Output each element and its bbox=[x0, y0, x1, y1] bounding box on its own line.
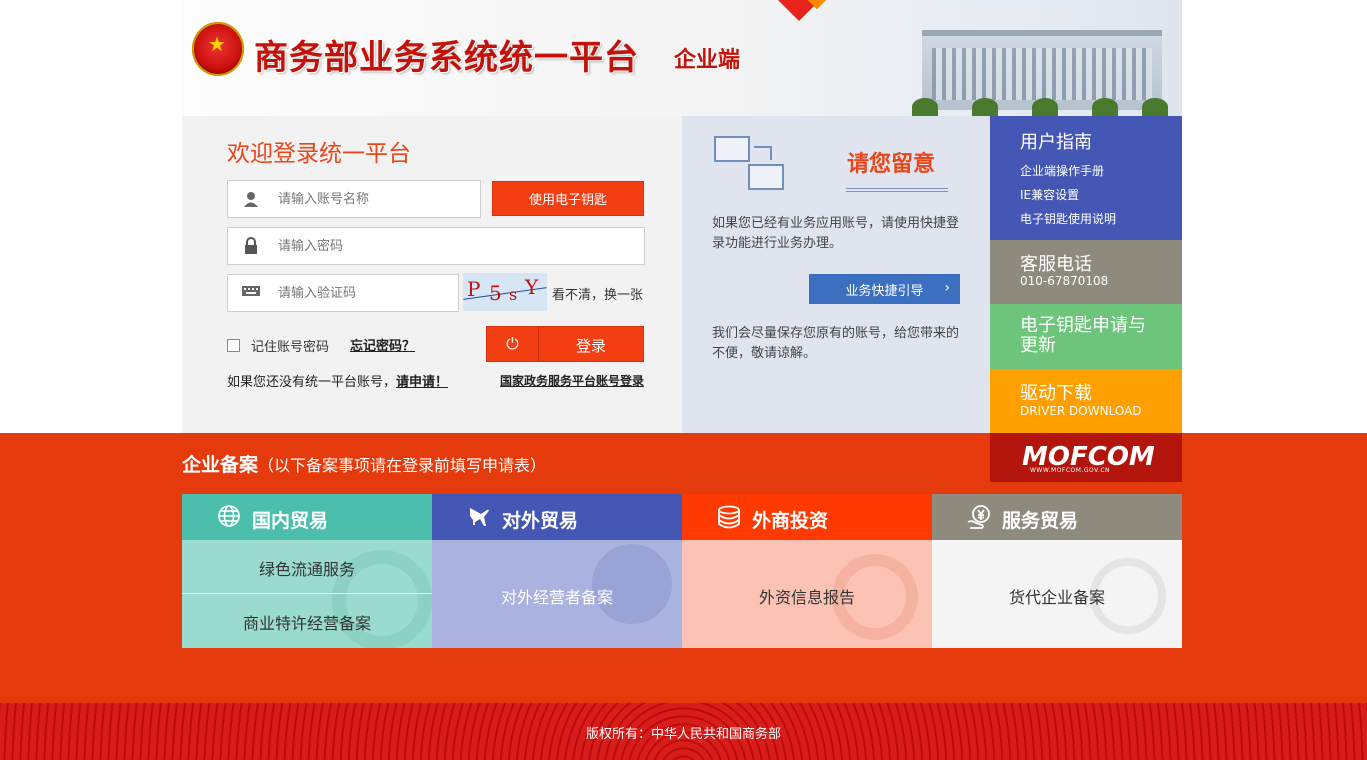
captcha-image[interactable]: P 5 s Y bbox=[463, 273, 547, 311]
ministry-building-image bbox=[882, 14, 1182, 116]
category-foreign-trade: 对外贸易 对外经营者备案 bbox=[432, 494, 682, 648]
category-header-foreign[interactable]: 对外贸易 bbox=[432, 494, 682, 540]
filing-item-foreign-investment-report[interactable]: 外资信息报告 bbox=[682, 584, 932, 608]
keyboard-icon bbox=[241, 284, 261, 302]
filing-item-freight-forwarder[interactable]: 货代企业备案 bbox=[932, 584, 1182, 608]
guide-link-manual[interactable]: 企业端操作手册 bbox=[1020, 162, 1104, 179]
guide-link-ie-settings[interactable]: IE兼容设置 bbox=[1020, 186, 1079, 203]
category-header-domestic[interactable]: 国内贸易 bbox=[182, 494, 432, 540]
no-account-text: 如果您还没有统一平台账号，请申请！ bbox=[227, 375, 449, 390]
gov-platform-login-link[interactable]: 国家政务服务平台账号登录 bbox=[500, 372, 644, 389]
monitors-icon bbox=[714, 136, 786, 192]
yuan-hand-icon bbox=[966, 504, 992, 530]
driver-download-subtitle: DRIVER DOWNLOAD bbox=[1020, 404, 1142, 418]
filing-note: （以下备案事项请在登录前填写申请表） bbox=[258, 456, 547, 475]
mofcom-logo-tile[interactable]: MOFCOM WWW.MOFCOM.GOV.CN bbox=[990, 433, 1182, 482]
category-body-service: 货代企业备案 bbox=[932, 540, 1182, 648]
notice-paragraph-1: 如果您已经有业务应用账号，请使用快捷登录功能进行业务办理。 bbox=[712, 216, 960, 251]
username-input[interactable] bbox=[278, 187, 448, 211]
forgot-password-link[interactable]: 忘记密码？ bbox=[350, 335, 415, 354]
login-panel: 欢迎登录统一平台 使用电子钥匙 P 5 s Y 看不清，换一张 记住账号密码 忘… bbox=[182, 116, 682, 433]
category-service-trade: 服务贸易 货代企业备案 bbox=[932, 494, 1182, 648]
category-domestic-trade: 国内贸易 绿色流通服务 商业特许经营备案 bbox=[182, 494, 432, 648]
user-guide-title: 用户指南 bbox=[1020, 132, 1092, 153]
site-header: 商务部业务系统统一平台 企业端 bbox=[182, 0, 1182, 116]
lock-icon bbox=[241, 237, 261, 255]
welcome-heading: 欢迎登录统一平台 bbox=[227, 141, 411, 167]
remember-me[interactable]: 记住账号密码 bbox=[227, 336, 329, 355]
category-body-domestic: 绿色流通服务 商业特许经营备案 bbox=[182, 540, 432, 648]
remember-checkbox[interactable] bbox=[227, 339, 240, 352]
coins-icon bbox=[716, 504, 742, 530]
filing-item-green-circulation[interactable]: 绿色流通服务 bbox=[182, 556, 432, 580]
login-button-label: 登录 bbox=[575, 337, 606, 355]
login-button[interactable]: ⏻ 登录 bbox=[486, 326, 644, 362]
ukey-login-button[interactable]: 使用电子钥匙 bbox=[492, 181, 644, 216]
notice-panel: 请您留意 如果您已经有业务应用账号，请使用快捷登录功能进行业务办理。 业务快捷引… bbox=[682, 116, 990, 433]
mofcom-url: WWW.MOFCOM.GOV.CN bbox=[1030, 467, 1111, 474]
category-header-investment[interactable]: 外商投资 bbox=[682, 494, 932, 540]
password-input[interactable] bbox=[278, 234, 448, 258]
username-field[interactable] bbox=[227, 180, 481, 218]
filing-title: 企业备案（以下备案事项请在登录前填写申请表） bbox=[182, 454, 547, 476]
category-body-foreign: 对外经营者备案 bbox=[432, 540, 682, 648]
globe-icon bbox=[216, 504, 242, 530]
guide-link-ukey-instructions[interactable]: 电子钥匙使用说明 bbox=[1020, 210, 1116, 227]
driver-download-title: 驱动下载 bbox=[1020, 383, 1092, 404]
plane-icon bbox=[466, 504, 492, 530]
notice-title: 请您留意 bbox=[847, 152, 936, 177]
driver-download-tile[interactable]: 驱动下载 DRIVER DOWNLOAD bbox=[990, 369, 1182, 433]
filing-item-franchise[interactable]: 商业特许经营备案 bbox=[182, 610, 432, 634]
category-foreign-investment: 外商投资 外资信息报告 bbox=[682, 494, 932, 648]
ukey-apply-tile[interactable]: 电子钥匙申请与更新 bbox=[990, 304, 1182, 369]
site-subtitle: 企业端 bbox=[674, 47, 741, 73]
user-guide-tile: 用户指南 企业端操作手册 IE兼容设置 电子钥匙使用说明 bbox=[990, 116, 1182, 240]
ukey-apply-title: 电子钥匙申请与更新 bbox=[1020, 315, 1146, 356]
category-header-service[interactable]: 服务贸易 bbox=[932, 494, 1182, 540]
remember-label: 记住账号密码 bbox=[251, 340, 330, 355]
support-phone-tile: 客服电话 010-67870108 bbox=[990, 240, 1182, 304]
filing-item-foreign-operator[interactable]: 对外经营者备案 bbox=[432, 584, 682, 608]
title-underline bbox=[846, 188, 948, 192]
national-emblem-icon bbox=[192, 22, 244, 76]
notice-paragraph-2: 我们会尽量保存您原有的账号，给您带来的不便，敬请谅解。 bbox=[712, 326, 960, 361]
refresh-captcha-link[interactable]: 看不清，换一张 bbox=[552, 284, 643, 303]
site-title: 商务部业务系统统一平台 bbox=[254, 38, 639, 78]
password-field[interactable] bbox=[227, 227, 645, 265]
captcha-field[interactable] bbox=[227, 274, 459, 312]
support-phone-title: 客服电话 bbox=[1020, 254, 1092, 275]
footer: 版权所有：中华人民共和国商务部 bbox=[0, 703, 1367, 760]
captcha-input[interactable] bbox=[278, 281, 448, 305]
power-icon: ⏻ bbox=[487, 327, 539, 361]
apply-link[interactable]: 请申请！ bbox=[396, 375, 448, 390]
chevron-right-icon: › bbox=[944, 280, 950, 296]
support-phone-number: 010-67870108 bbox=[1020, 274, 1109, 288]
copyright-text: 版权所有：中华人民共和国商务部 bbox=[585, 727, 781, 742]
quick-guide-label: 业务快捷引导 bbox=[845, 283, 924, 299]
category-body-investment: 外资信息报告 bbox=[682, 540, 932, 648]
quick-guide-button[interactable]: 业务快捷引导 › bbox=[809, 274, 960, 304]
user-icon bbox=[241, 190, 261, 208]
